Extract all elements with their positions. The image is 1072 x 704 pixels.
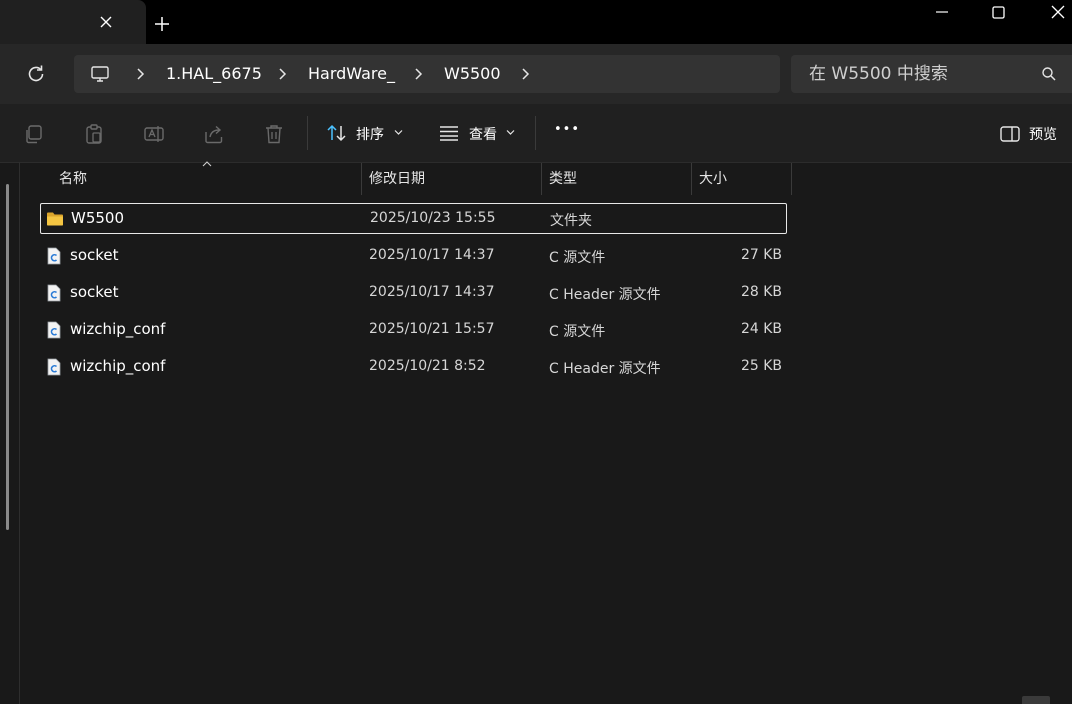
window-close-icon[interactable] [1046,2,1070,24]
chevron-right-icon[interactable] [274,66,290,82]
c-file-icon [47,247,61,265]
file-modified: 2025/10/17 14:37 [369,284,495,300]
command-bar: 排序 查看 ••• 预览 [0,104,1072,163]
sort-ascending-icon [202,161,212,167]
chevron-right-icon[interactable] [132,66,148,82]
title-bar [0,0,1072,44]
toolbar-divider [535,116,536,150]
toolbar-divider [307,116,308,150]
view-button[interactable]: 查看 [438,118,520,148]
folder-icon [47,212,63,226]
file-size: 27 KB [740,247,782,263]
breadcrumb-item[interactable]: W5500 [444,63,501,85]
resize-grip[interactable] [1022,696,1050,704]
chevron-down-icon [394,130,403,135]
more-icon: ••• [554,122,581,137]
view-icon [440,126,458,141]
close-icon[interactable] [96,12,116,32]
search-box[interactable]: 在 W5500 中搜索 [791,55,1072,93]
column-type-header[interactable]: 类型 [549,163,577,195]
file-modified: 2025/10/21 8:52 [369,358,486,374]
column-modified-header[interactable]: 修改日期 [369,163,425,195]
c-file-icon [47,321,61,339]
file-name[interactable]: wizchip_conf [70,320,165,338]
file-modified: 2025/10/17 14:37 [369,247,495,263]
column-divider[interactable] [541,163,542,195]
file-type: C 源文件 [549,250,606,266]
column-name-header[interactable]: 名称 [59,163,87,195]
preview-button[interactable]: 预览 [999,118,1067,148]
column-size-header[interactable]: 大小 [699,163,727,195]
file-name[interactable]: W5500 [71,209,124,227]
file-type: 文件夹 [550,213,592,229]
sort-button[interactable]: 排序 [326,118,408,148]
paste-icon[interactable] [83,123,105,145]
file-type: C 源文件 [549,324,606,340]
c-file-icon [47,284,61,302]
file-name[interactable]: socket [70,283,119,301]
computer-icon[interactable] [90,64,110,84]
column-divider[interactable] [691,163,692,195]
c-file-icon [47,358,61,376]
preview-pane-icon [1000,126,1020,142]
delete-icon[interactable] [263,123,285,145]
file-size: 28 KB [740,284,782,300]
file-modified: 2025/10/21 15:57 [369,321,495,337]
file-type: C Header 源文件 [549,361,661,377]
maximize-icon[interactable] [986,2,1010,24]
scrollbar-thumb[interactable] [6,184,9,530]
file-row[interactable]: wizchip_conf 2025/10/21 8:52 C Header 源文… [40,352,787,383]
column-divider[interactable] [361,163,362,195]
file-row-folder[interactable]: W5500 2025/10/23 15:55 文件夹 [40,203,787,234]
file-name[interactable]: socket [70,246,119,264]
address-bar: 1.HAL_6675 HardWare_ W5500 在 W5500 中搜索 [0,44,1072,104]
file-size: 25 KB [740,358,782,374]
file-row[interactable]: wizchip_conf 2025/10/21 15:57 C 源文件 24 K… [40,315,787,346]
file-row[interactable]: socket 2025/10/17 14:37 C Header 源文件 28 … [40,278,787,309]
search-icon[interactable] [1041,66,1057,82]
file-name[interactable]: wizchip_conf [70,357,165,375]
breadcrumb[interactable]: 1.HAL_6675 HardWare_ W5500 [74,55,780,93]
breadcrumb-item[interactable]: 1.HAL_6675 [166,63,262,85]
file-type: C Header 源文件 [549,287,661,303]
chevron-right-icon[interactable] [517,66,533,82]
file-modified: 2025/10/23 15:55 [370,210,496,226]
chevron-right-icon[interactable] [410,66,426,82]
column-divider[interactable] [791,163,792,195]
file-size: 24 KB [740,321,782,337]
view-label: 查看 [469,127,497,143]
navigation-pane-edge[interactable] [19,162,20,704]
plus-icon[interactable] [152,14,172,34]
minimize-icon[interactable] [930,2,954,24]
preview-label: 预览 [1029,127,1057,143]
rename-icon[interactable] [143,123,165,145]
more-options-button[interactable]: ••• [552,118,580,148]
breadcrumb-item[interactable]: HardWare_ [308,63,395,85]
column-header: 名称 修改日期 类型 大小 [20,161,1072,195]
copy-icon[interactable] [23,123,45,145]
refresh-icon[interactable] [24,62,48,86]
explorer-tab[interactable] [0,0,146,44]
sort-icon [327,124,346,142]
sort-label: 排序 [356,127,384,143]
chevron-down-icon [506,130,515,135]
search-input[interactable]: 在 W5500 中搜索 [809,63,948,85]
share-icon[interactable] [203,123,225,145]
file-row[interactable]: socket 2025/10/17 14:37 C 源文件 27 KB [40,241,787,272]
